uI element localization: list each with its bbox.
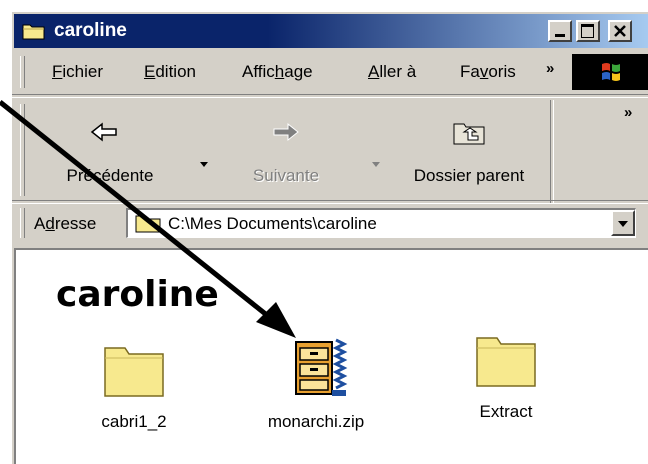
title-bar[interactable]: caroline xyxy=(14,14,648,48)
zip-icon xyxy=(295,338,348,396)
separator xyxy=(12,200,648,204)
file-name: cabri1_2 xyxy=(101,412,167,431)
address-path: C:\Mes Documents\caroline xyxy=(168,214,377,233)
menu-grip[interactable] xyxy=(20,56,25,88)
chevron-down-icon xyxy=(618,221,628,227)
file-item[interactable]: monarchi.zip xyxy=(246,334,386,432)
toolbar-grip[interactable] xyxy=(20,104,25,196)
file-item[interactable]: cabri1_2 xyxy=(74,340,194,432)
forward-button[interactable]: Suivante xyxy=(236,110,336,200)
minimize-button[interactable] xyxy=(548,20,572,42)
folder-icon xyxy=(22,24,45,40)
menu-favoris[interactable]: Favoris xyxy=(460,62,516,82)
maximize-button[interactable] xyxy=(576,20,600,42)
folder-icon xyxy=(476,337,536,387)
close-icon xyxy=(614,25,626,37)
standard-toolbar: Précédente Suivante Dossier parent » xyxy=(14,98,648,204)
back-label: Précédente xyxy=(66,166,154,185)
menu-bar: Fichier Edition Affichage Aller à Favori… xyxy=(14,54,648,92)
toolbar-more-chevron[interactable]: » xyxy=(624,104,632,121)
menu-affichage[interactable]: Affichage xyxy=(242,62,313,82)
toolbar-divider xyxy=(550,100,554,204)
menu-edition[interactable]: Edition xyxy=(144,62,196,82)
explorer-window: caroline Fichier Edition Affichage Aller… xyxy=(10,10,648,464)
file-view[interactable]: caroline cabri1_2 monarchi.zip Extract xyxy=(14,248,648,464)
menu-aller-a[interactable]: Aller à xyxy=(368,62,416,82)
back-button[interactable]: Précédente xyxy=(40,110,180,200)
back-dropdown[interactable] xyxy=(200,162,208,167)
window-title: caroline xyxy=(54,20,127,41)
file-item[interactable]: Extract xyxy=(446,330,566,422)
menu-more-chevron[interactable]: » xyxy=(546,60,554,77)
folder-icon xyxy=(104,347,164,397)
parent-folder-icon xyxy=(453,123,485,145)
windows-flag-icon xyxy=(602,63,620,81)
folder-icon xyxy=(135,215,161,233)
address-bar: Adresse C:\Mes Documents\caroline xyxy=(14,206,648,242)
address-dropdown-button[interactable] xyxy=(611,210,635,236)
menu-fichier[interactable]: Fichier xyxy=(52,62,103,82)
forward-dropdown[interactable] xyxy=(372,162,380,167)
folder-title: caroline xyxy=(56,274,219,315)
address-label: Adresse xyxy=(34,214,97,233)
windows-logo xyxy=(572,54,648,90)
file-name: monarchi.zip xyxy=(267,412,365,431)
file-name: Extract xyxy=(479,402,533,421)
address-input[interactable]: C:\Mes Documents\caroline xyxy=(126,208,636,238)
address-grip[interactable] xyxy=(20,208,25,238)
up-label: Dossier parent xyxy=(413,166,525,185)
up-folder-button[interactable]: Dossier parent xyxy=(394,110,544,200)
close-button[interactable] xyxy=(608,20,632,42)
forward-arrow-icon xyxy=(273,122,299,142)
forward-label: Suivante xyxy=(252,166,320,185)
back-arrow-icon xyxy=(90,122,117,142)
